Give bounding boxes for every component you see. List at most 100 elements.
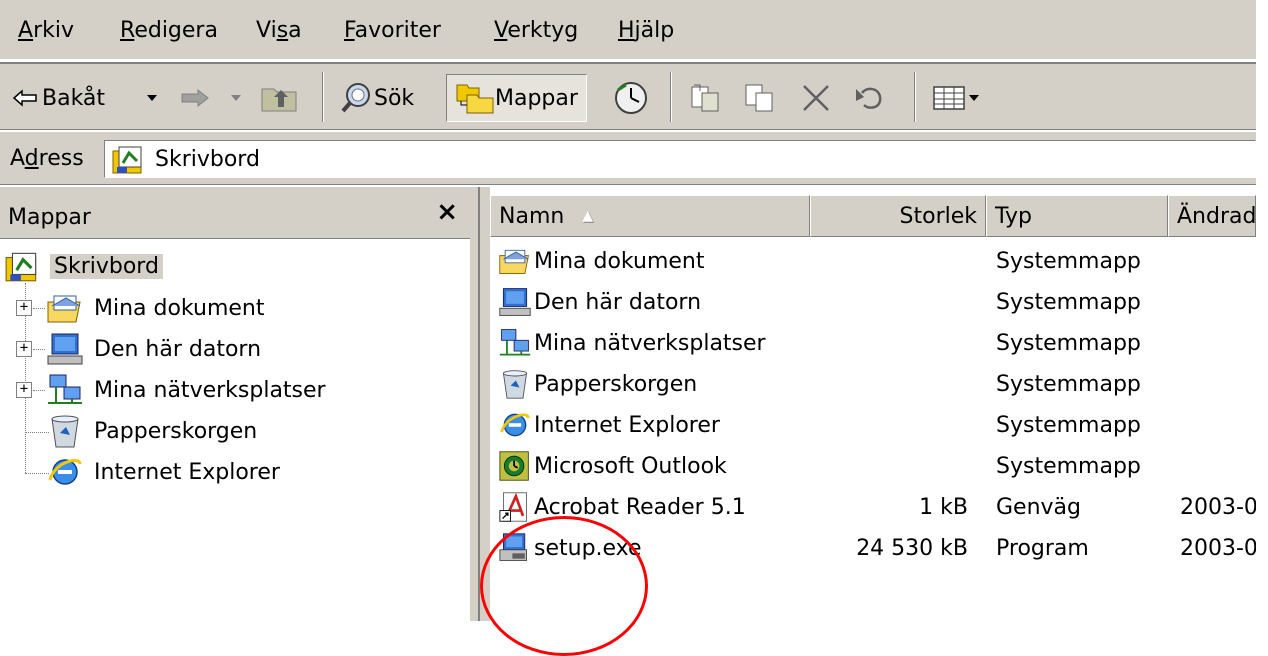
menu-bar: Arkiv Redigera Visa Favoriter Verktyg Hj… [0, 0, 1256, 60]
menu-redigera-accel: R [120, 18, 135, 43]
file-name: Mina dokument [534, 248, 705, 274]
address-label: Adress [10, 146, 84, 171]
tree-expander[interactable]: + [16, 300, 32, 316]
tree-line [33, 308, 45, 309]
tree-expander[interactable]: + [16, 341, 32, 357]
folders-button-label: Mappar [495, 85, 578, 111]
network-places-icon [499, 329, 531, 356]
folders-icon [456, 84, 494, 114]
menu-arkiv[interactable]: Arkiv [18, 18, 74, 43]
tree-line [33, 390, 45, 391]
menu-favoriter[interactable]: Favoriter [344, 18, 441, 43]
undo-button[interactable] [852, 74, 886, 122]
file-name: Mina nätverksplatser [534, 330, 766, 356]
file-date: 2003-0 [1180, 536, 1256, 561]
menu-hjalp-label: jälp [634, 18, 675, 43]
folders-button[interactable]: Mappar [446, 74, 587, 122]
list-item[interactable]: Internet Explorer Systemmapp [490, 405, 1256, 445]
menu-arkiv-label: rkiv [33, 18, 74, 43]
file-name: Papperskorgen [534, 371, 698, 397]
list-item[interactable]: Papperskorgen Systemmapp [490, 364, 1256, 404]
acrobat-shortcut-icon [499, 492, 527, 522]
list-item[interactable]: Mina nätverksplatser Systemmapp [490, 323, 1256, 363]
toolbar-separator [322, 72, 324, 122]
file-size: 24 530 kB [856, 536, 968, 561]
move-to-icon [691, 84, 719, 112]
back-button-label: Bakåt [42, 85, 106, 111]
menu-visa-label: a [288, 18, 302, 43]
undo-icon [856, 87, 882, 109]
search-button[interactable]: Sök [340, 74, 414, 122]
list-item[interactable]: Microsoft Outlook Systemmapp [490, 446, 1256, 486]
file-type: Genväg [996, 495, 1081, 520]
menu-hjalp[interactable]: Hjälp [618, 18, 674, 43]
file-type: Systemmapp [996, 331, 1141, 356]
chevron-down-icon [969, 95, 979, 101]
desktop-icon [5, 252, 37, 282]
column-header-name[interactable]: Namn ▲ [490, 195, 810, 237]
copy-to-button[interactable] [742, 74, 778, 122]
file-type: Systemmapp [996, 290, 1141, 315]
menu-favoriter-accel: F [344, 18, 355, 43]
list-item[interactable]: Den här datorn Systemmapp [490, 282, 1256, 322]
back-button[interactable]: Bakåt [12, 74, 105, 122]
forward-button[interactable] [180, 74, 210, 122]
network-places-icon [48, 374, 82, 404]
list-item[interactable]: Mina dokument Systemmapp [490, 241, 1256, 281]
menu-hjalp-accel: H [618, 18, 635, 43]
tree-item-label: Mina dokument [94, 295, 265, 321]
address-label-accel: d [24, 146, 39, 171]
forward-dropdown[interactable] [230, 74, 242, 122]
column-header-modified[interactable]: Ändrad [1168, 195, 1256, 237]
tree-item-label: Den här datorn [94, 336, 262, 362]
menu-redigera[interactable]: Redigera [120, 18, 218, 43]
list-header: Namn ▲ Storlek Typ Ändrad [490, 195, 1256, 237]
sort-ascending-icon: ▲ [582, 208, 594, 224]
menu-redigera-label: edigera [134, 18, 218, 43]
tree-item-label: Skrivbord [50, 253, 163, 279]
tree-expander[interactable]: + [16, 382, 32, 398]
tree-line [33, 349, 45, 350]
delete-button[interactable] [800, 74, 832, 122]
tree-item-desktop[interactable]: Skrivbord [4, 247, 163, 285]
menu-favoriter-label: avoriter [354, 18, 441, 43]
move-to-button[interactable] [688, 74, 724, 122]
menu-visa[interactable]: Visa [256, 18, 302, 43]
list-item[interactable]: Acrobat Reader 5.1 1 kB Genväg 2003-0 [490, 487, 1256, 527]
history-button[interactable] [612, 74, 650, 122]
desktop-icon [112, 146, 142, 174]
delete-x-icon [803, 85, 829, 111]
file-type: Systemmapp [996, 249, 1141, 274]
up-folder-button[interactable] [260, 74, 300, 122]
views-grid-icon [933, 86, 965, 110]
internet-explorer-icon [500, 413, 530, 437]
address-label-pre: A [10, 146, 25, 171]
back-dropdown[interactable] [146, 74, 158, 122]
close-icon[interactable]: × [436, 197, 458, 227]
folders-pane: Mappar × Skrivbord + Mina dokument + Den… [0, 187, 478, 621]
menu-verktyg-label: erktyg [507, 18, 579, 43]
tree-item-label: Mina nätverksplatser [94, 377, 326, 403]
file-type: Systemmapp [996, 454, 1141, 479]
tree-item-label: Internet Explorer [94, 459, 280, 485]
forward-arrow-icon [181, 88, 209, 108]
views-button[interactable] [932, 74, 980, 122]
file-date: 2003-0 [1180, 495, 1256, 520]
search-icon [341, 83, 370, 113]
chevron-down-icon [231, 95, 241, 101]
menu-visa-accel: s [276, 18, 289, 43]
column-header-type[interactable]: Typ [986, 195, 1168, 237]
column-header-size[interactable]: Storlek [810, 195, 986, 237]
toolbar-separator [914, 72, 916, 122]
menu-verktyg[interactable]: Verktyg [494, 18, 578, 43]
file-size: 1 kB [919, 495, 968, 520]
history-icon [615, 82, 647, 114]
column-header-label: Typ [995, 203, 1032, 229]
tree-item-recycle-bin[interactable]: Papperskorgen [46, 412, 257, 450]
window-edge [1256, 0, 1268, 621]
address-input[interactable]: Skrivbord [104, 140, 1256, 178]
up-folder-icon [261, 88, 297, 112]
my-documents-icon [47, 295, 81, 323]
tree-item-internet-explorer[interactable]: Internet Explorer [46, 453, 280, 491]
address-label-rest: ress [38, 146, 84, 171]
